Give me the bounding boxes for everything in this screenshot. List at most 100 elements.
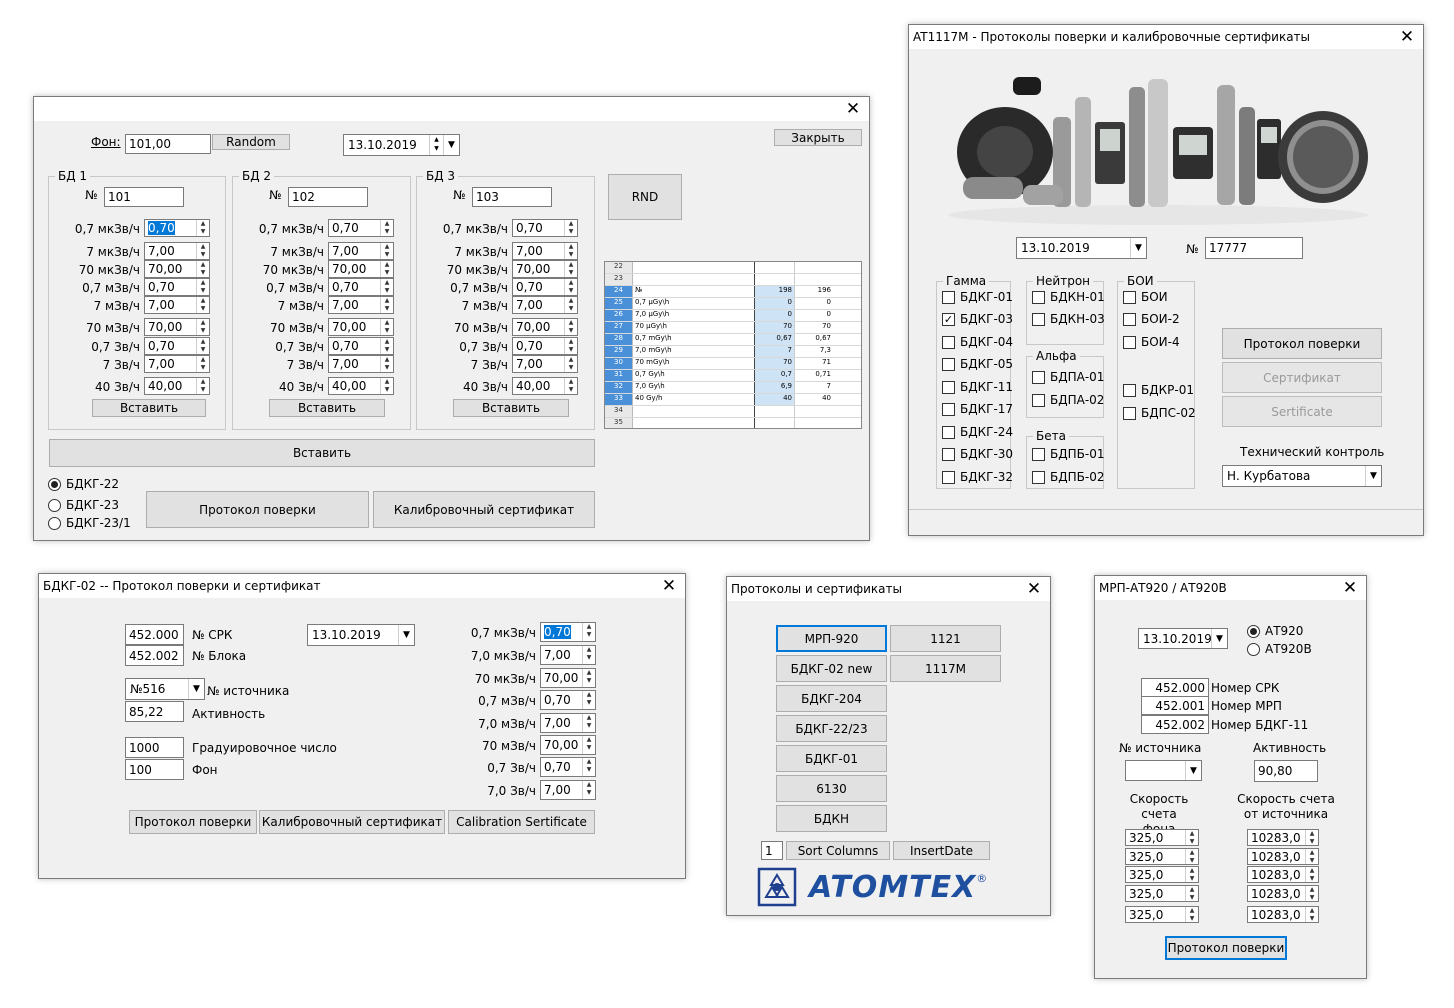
calib-cert-button[interactable]: Калибровочный сертификат <box>259 810 445 834</box>
srk-input[interactable]: 452.000 <box>125 624 184 645</box>
close-icon[interactable]: ✕ <box>841 98 865 120</box>
checkbox-icon[interactable] <box>1032 370 1045 384</box>
checkbox-icon[interactable] <box>942 380 955 394</box>
checkbox-gamma[interactable]: БДКГ-11 <box>942 380 1013 394</box>
random-button[interactable]: Random <box>212 134 290 150</box>
spin-arrows-icon[interactable]: ▲ ▼ <box>582 714 595 732</box>
checkbox-icon[interactable] <box>1123 383 1136 397</box>
checkbox-neutron[interactable]: БДКН-03 <box>1032 312 1105 326</box>
dose-rate-spinner[interactable]: 0,70 ▲ ▼ <box>540 690 596 710</box>
checkbox-gamma[interactable]: ✓ БДКГ-03 <box>942 312 1013 326</box>
checkbox-icon[interactable] <box>1032 470 1045 484</box>
checkbox-gamma[interactable]: БДКГ-30 <box>942 447 1013 461</box>
spin-arrows-icon[interactable]: ▲ ▼ <box>380 297 393 313</box>
insert-button[interactable]: Вставить <box>269 399 385 417</box>
product-button[interactable]: 1117M <box>890 655 1001 682</box>
spin-arrows-icon[interactable]: ▲ ▼ <box>1305 907 1318 922</box>
spin-arrows-icon[interactable]: ▲ ▼ <box>564 319 577 335</box>
dose-rate-spinner[interactable]: 0,70 ▲ ▼ <box>512 278 578 296</box>
dose-rate-spinner[interactable]: 7,00 ▲ ▼ <box>328 296 394 314</box>
product-button[interactable]: 1121 <box>890 625 1001 652</box>
checkbox-beta[interactable]: БДПБ-01 <box>1032 447 1104 461</box>
checkbox-boi[interactable]: БДКР-01 <box>1123 383 1194 397</box>
checkbox-icon[interactable] <box>942 335 955 349</box>
spin-arrows-icon[interactable]: ▲ ▼ <box>564 261 577 277</box>
dose-rate-spinner[interactable]: 0,70 ▲ ▼ <box>512 219 578 237</box>
checkbox-icon[interactable] <box>942 470 955 484</box>
close-icon[interactable]: ✕ <box>657 575 681 597</box>
fon-speed-spinner[interactable]: 325,0 ▲ ▼ <box>1125 848 1199 865</box>
src-speed-spinner[interactable]: 10283,0 ▲ ▼ <box>1247 885 1319 902</box>
checkbox-checked-icon[interactable]: ✓ <box>942 312 955 326</box>
insert-all-button[interactable]: Вставить <box>49 439 595 467</box>
date-picker[interactable]: 13.10.2019 ▲ ▼ ▼ <box>343 134 460 156</box>
block-input[interactable]: 452.002 <box>125 645 184 666</box>
spin-arrows-icon[interactable]: ▲ ▼ <box>380 356 393 372</box>
chevron-down-icon[interactable]: ▼ <box>1130 238 1146 258</box>
radio-bdkg22[interactable]: БДКГ-22 <box>48 477 119 491</box>
grad-input[interactable]: 1000 <box>125 737 184 758</box>
spin-arrows-icon[interactable]: ▲ ▼ <box>1185 849 1198 864</box>
checkbox-beta[interactable]: БДПБ-02 <box>1032 470 1104 484</box>
dose-rate-spinner[interactable]: 7,00 ▲ ▼ <box>540 713 596 733</box>
sertificate-button[interactable]: Sertificate <box>1222 396 1382 427</box>
checkbox-icon[interactable] <box>1032 393 1045 407</box>
spin-arrows-icon[interactable]: ▲ ▼ <box>582 623 595 641</box>
source-select[interactable]: №516 ▼ <box>125 678 205 700</box>
dose-rate-spinner[interactable]: 70,00 ▲ ▼ <box>328 260 394 278</box>
product-button[interactable]: БДКГ-204 <box>776 685 887 712</box>
dose-rate-spinner[interactable]: 70,00 ▲ ▼ <box>144 260 210 278</box>
num-input[interactable]: 103 <box>472 187 552 207</box>
checkbox-icon[interactable] <box>942 425 955 439</box>
spin-arrows-icon[interactable]: ▲ ▼ <box>564 243 577 259</box>
checkbox-icon[interactable] <box>1123 290 1136 304</box>
spin-arrows-icon[interactable]: ▲ ▼ <box>564 356 577 372</box>
spin-arrows-icon[interactable]: ▲ ▼ <box>380 261 393 277</box>
close-icon[interactable]: ✕ <box>1395 26 1419 48</box>
product-button[interactable]: БДКГ-02 new <box>776 655 887 682</box>
source-select[interactable]: ▼ <box>1125 760 1202 781</box>
checkbox-icon[interactable] <box>1123 406 1136 420</box>
num-input[interactable]: 1 <box>761 841 783 860</box>
spin-arrows-icon[interactable]: ▲ ▼ <box>582 646 595 664</box>
spin-arrows-icon[interactable]: ▲ ▼ <box>380 220 393 236</box>
spin-arrows-icon[interactable]: ▲ ▼ <box>1185 867 1198 882</box>
dose-rate-spinner[interactable]: 0,70 ▲ ▼ <box>540 757 596 777</box>
checkbox-icon[interactable] <box>1032 312 1045 326</box>
spin-arrows-icon[interactable]: ▲ ▼ <box>196 338 209 354</box>
checkbox-icon[interactable] <box>942 357 955 371</box>
product-button[interactable]: БДКН <box>776 805 887 832</box>
dose-rate-spinner[interactable]: 0,70 ▲ ▼ <box>144 278 210 296</box>
checkbox-icon[interactable] <box>1123 335 1136 349</box>
activity-input[interactable]: 90,80 <box>1254 760 1318 782</box>
checkbox-gamma[interactable]: БДКГ-01 <box>942 290 1013 304</box>
checkbox-boi[interactable]: БОИ <box>1123 290 1168 304</box>
checkbox-boi[interactable]: БДПС-02 <box>1123 406 1196 420</box>
sort-columns-button[interactable]: Sort Columns <box>786 841 890 860</box>
spin-arrows-icon[interactable]: ▲ ▼ <box>196 220 209 236</box>
dose-rate-spinner[interactable]: 70,00 ▲ ▼ <box>328 318 394 336</box>
spin-arrows-icon[interactable]: ▲ ▼ <box>380 319 393 335</box>
calib-cert-en-button[interactable]: Calibration Sertificate <box>448 810 595 834</box>
activity-input[interactable]: 85,22 <box>125 701 184 722</box>
mrp-input[interactable]: 452.001 <box>1141 696 1209 715</box>
protocol-button[interactable]: Протокол поверки <box>146 491 369 528</box>
fon-input[interactable]: 101,00 <box>125 134 211 154</box>
spin-arrows-icon[interactable]: ▲ ▼ <box>1305 830 1318 845</box>
spin-arrows-icon[interactable]: ▲ ▼ <box>564 378 577 394</box>
spin-arrows-icon[interactable]: ▲ ▼ <box>380 279 393 295</box>
checkbox-neutron[interactable]: БДКН-01 <box>1032 290 1105 304</box>
spin-arrows-icon[interactable]: ▲ ▼ <box>1185 830 1198 845</box>
fon-input[interactable]: 100 <box>125 759 184 780</box>
spin-arrows-icon[interactable]: ▲ ▼ <box>196 356 209 372</box>
spin-arrows-icon[interactable]: ▲ ▼ <box>1305 886 1318 901</box>
dose-rate-spinner[interactable]: 40,00 ▲ ▼ <box>328 377 394 395</box>
checkbox-gamma[interactable]: БДКГ-24 <box>942 425 1013 439</box>
spin-arrows-icon[interactable]: ▲ ▼ <box>429 135 443 155</box>
dose-rate-spinner[interactable]: 0,70 ▲ ▼ <box>144 219 210 237</box>
protocol-button[interactable]: Протокол поверки <box>1222 328 1382 359</box>
dose-rate-spinner[interactable]: 70,00 ▲ ▼ <box>512 260 578 278</box>
fon-speed-spinner[interactable]: 325,0 ▲ ▼ <box>1125 906 1199 923</box>
insert-button[interactable]: Вставить <box>453 399 569 417</box>
num-input[interactable]: 101 <box>104 187 184 207</box>
